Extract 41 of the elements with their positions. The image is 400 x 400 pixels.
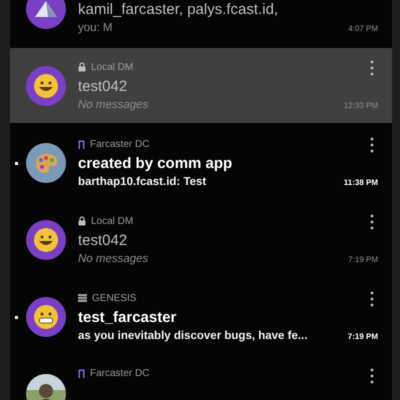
thread-type-label: Local DM xyxy=(91,216,134,226)
more-options-icon[interactable] xyxy=(370,368,374,384)
arch-icon xyxy=(78,140,85,148)
thread-type-label: Farcaster DC xyxy=(90,368,150,378)
thread-type-label: Local DM xyxy=(91,62,134,72)
smiley-avatar xyxy=(26,66,66,106)
message-time: 11:38 PM xyxy=(344,178,378,186)
thread-row[interactable]: GENESIS test_farcaster as you inevitably discover bugs, have fe... 7:19 PM xyxy=(10,279,392,354)
last-message: as you inevitably discover bugs, have fe... xyxy=(78,330,308,342)
thread-title: created by comm app xyxy=(78,155,234,172)
last-message: you: M xyxy=(78,22,113,34)
smiley-avatar xyxy=(26,296,66,336)
thread-row[interactable]: Farcaster DC created by comm app barthap10.fcast.id: Test 11:38 PM xyxy=(10,125,392,200)
thread-title: test042 xyxy=(78,232,128,249)
message-time: 7:19 PM xyxy=(348,332,378,340)
mountain-avatar xyxy=(26,0,66,28)
thread-row[interactable]: Local DM test042 No messages 7:19 PM xyxy=(10,202,392,277)
thread-row[interactable]: kamil_farcaster, palys.fcast.id, you: M 4:07 PM xyxy=(10,0,392,46)
palette-avatar xyxy=(26,142,66,182)
more-options-icon[interactable] xyxy=(370,291,374,307)
more-options-icon[interactable] xyxy=(370,137,374,153)
more-options-icon[interactable] xyxy=(370,214,374,230)
more-options-icon[interactable] xyxy=(370,60,374,76)
lock-icon xyxy=(78,216,86,226)
grid-icon xyxy=(78,294,87,302)
thread-row[interactable]: Farcaster DC xyxy=(10,356,392,400)
last-message: No messages xyxy=(78,253,148,265)
thread-type-label: GENESIS xyxy=(92,292,136,304)
last-message: barthap10.fcast.id: Test xyxy=(78,176,206,188)
message-time: 4:07 PM xyxy=(348,24,378,32)
message-time: 7:19 PM xyxy=(348,254,378,264)
last-message: No messages xyxy=(78,99,148,111)
lock-icon xyxy=(78,62,86,72)
thread-title: kamil_farcaster, palys.fcast.id, xyxy=(78,1,280,18)
message-time: 12:33 PM xyxy=(344,100,378,110)
smiley-avatar xyxy=(26,220,66,260)
thread-type-label: Farcaster DC xyxy=(90,138,150,150)
thread-title: test_farcaster xyxy=(78,309,178,326)
thread-title: test042 xyxy=(78,78,128,95)
arch-icon xyxy=(78,368,85,378)
thread-row[interactable]: Local DM test042 No messages 12:33 PM xyxy=(10,48,392,123)
